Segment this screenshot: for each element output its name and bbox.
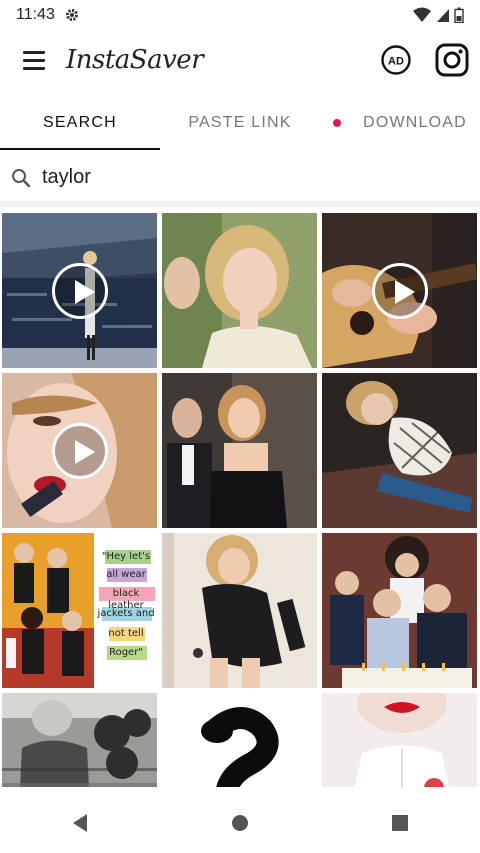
- thumbnail-image: [162, 693, 317, 787]
- tab-download-label: DOWNLOAD: [363, 113, 467, 131]
- thumbnail-image: [162, 533, 317, 688]
- signal-icon: [437, 9, 449, 22]
- tab-search-label: SEARCH: [43, 113, 117, 131]
- back-icon: [73, 814, 87, 832]
- hamburger-icon-bar: [23, 66, 45, 70]
- tab-paste-link-label: PASTE LINK: [188, 113, 292, 131]
- battery-icon: [454, 7, 464, 23]
- instagram-icon[interactable]: [434, 42, 470, 78]
- thumbnail-image: [322, 693, 477, 787]
- search-query[interactable]: taylor: [42, 166, 91, 189]
- tab-search[interactable]: SEARCH: [0, 95, 160, 150]
- wifi-icon: [413, 7, 431, 22]
- meme-text-line: Roger": [109, 647, 143, 658]
- home-button[interactable]: [220, 803, 260, 843]
- divider: [0, 201, 480, 207]
- result-tile-photo[interactable]: [162, 213, 317, 368]
- search-bar[interactable]: taylor: [0, 155, 480, 200]
- result-tile-photo[interactable]: [322, 533, 477, 688]
- thumbnail-image: [162, 373, 317, 528]
- result-tile-photo[interactable]: [2, 693, 157, 787]
- thumbnail-image: [322, 533, 477, 688]
- system-nav-bar: [0, 793, 480, 853]
- tab-bar: SEARCH PASTE LINK DOWNLOAD: [0, 95, 480, 150]
- meme-text-line: not tell: [108, 628, 144, 639]
- tab-download[interactable]: DOWNLOAD: [320, 95, 480, 150]
- hamburger-icon-bar: [23, 58, 45, 62]
- back-button[interactable]: [60, 803, 100, 843]
- play-icon: [51, 422, 108, 479]
- home-icon: [232, 815, 248, 831]
- recents-button[interactable]: [380, 803, 420, 843]
- status-time: 11:43: [16, 6, 55, 23]
- results-grid: "Hey let's all wear black leather jacket…: [2, 213, 478, 787]
- status-indicators: [412, 7, 464, 23]
- result-tile-photo[interactable]: [322, 693, 477, 787]
- search-icon: [12, 168, 31, 187]
- play-icon: [51, 262, 108, 319]
- tab-paste-link[interactable]: PASTE LINK: [160, 95, 320, 150]
- app-bar: InstaSaver AD: [0, 30, 480, 90]
- result-tile-photo[interactable]: [322, 373, 477, 528]
- status-bar: 11:43: [0, 0, 480, 30]
- new-download-dot: [333, 118, 342, 127]
- recents-icon: [392, 815, 408, 831]
- app-title: InstaSaver: [66, 45, 204, 75]
- result-tile-video[interactable]: [2, 213, 157, 368]
- thumbnail-image: [162, 213, 317, 368]
- result-tile-photo[interactable]: [162, 693, 317, 787]
- result-tile-video[interactable]: [2, 373, 157, 528]
- meme-text-line: all wear: [106, 569, 146, 580]
- result-tile-photo[interactable]: [162, 373, 317, 528]
- result-tile-video[interactable]: [322, 213, 477, 368]
- result-tile-photo[interactable]: [162, 533, 317, 688]
- play-icon: [371, 262, 428, 319]
- thumbnail-image: [322, 373, 477, 528]
- thumbnail-image: [2, 693, 157, 787]
- remove-ads-icon[interactable]: AD: [380, 44, 412, 76]
- result-tile-photo[interactable]: "Hey let's all wear black leather jacket…: [2, 533, 157, 688]
- meme-text-line: jackets and: [97, 608, 155, 619]
- meme-text-line: "Hey let's: [101, 551, 151, 562]
- hamburger-icon-bar: [23, 50, 45, 54]
- menu-button[interactable]: [14, 40, 54, 80]
- settings-gear-icon: [65, 9, 78, 21]
- ad-badge-text: AD: [388, 56, 404, 68]
